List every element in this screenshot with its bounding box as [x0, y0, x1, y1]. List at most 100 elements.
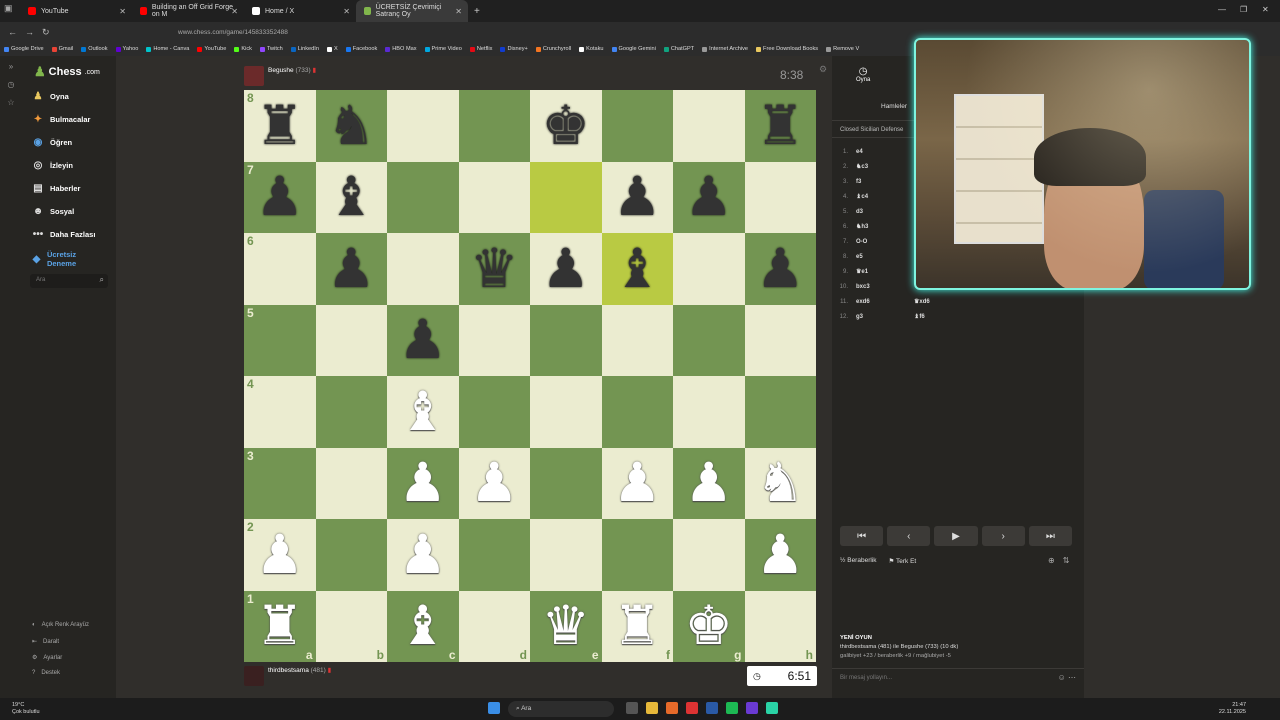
- chess-board[interactable]: 8 ♜ ♞ ♚ ♜ 7 ♟ ♝ ♟ ♟ 6 ♟ ♛ ♟ ♝ ♟ 5 ♟ 4 ♝ 3 ♟ ♟ ♟ ♟ ♞ 2 ♟ ♟ ♟ 1 a ♜ b c ♝ d e ♛ f…: [244, 90, 816, 662]
- square-g4[interactable]: [673, 376, 745, 448]
- bookmark-item[interactable]: Google Gemini: [611, 46, 656, 52]
- new-tab-icon[interactable]: +: [474, 6, 480, 17]
- top-player-name[interactable]: Begushe: [268, 67, 294, 74]
- nav-watch[interactable]: ◎ İzleyin: [32, 159, 73, 171]
- square-h4[interactable]: [744, 376, 816, 448]
- white-move[interactable]: O-O: [856, 239, 906, 245]
- weather-widget[interactable]: 19°C Çok bulutlu: [12, 702, 40, 716]
- white-bishop-icon[interactable]: ♝: [399, 599, 447, 653]
- white-pawn-icon[interactable]: ♟: [399, 528, 447, 582]
- white-rook-icon[interactable]: ♜: [613, 599, 661, 653]
- bookmark-item[interactable]: Prime Video: [424, 46, 462, 52]
- square-c7[interactable]: [387, 161, 459, 233]
- square-g7[interactable]: ♟: [673, 161, 745, 233]
- square-e5[interactable]: [530, 304, 602, 376]
- white-pawn-icon[interactable]: ♟: [470, 456, 518, 510]
- bookmark-item[interactable]: Remove V: [826, 46, 859, 52]
- square-b8[interactable]: ♞: [315, 90, 387, 162]
- bookmark-item[interactable]: Free Download Books: [756, 46, 818, 52]
- support-button[interactable]: ? Destek: [32, 670, 60, 676]
- nav-puzzles[interactable]: ✦ Bulmacalar: [32, 113, 91, 125]
- black-king-icon[interactable]: ♚: [542, 99, 590, 153]
- black-pawn-icon[interactable]: ♟: [399, 313, 447, 367]
- square-f6[interactable]: ♝: [601, 233, 673, 305]
- emoji-icon[interactable]: ☺: [1058, 673, 1066, 682]
- nav-news[interactable]: ▤ Haberler: [32, 182, 80, 194]
- square-f4[interactable]: [601, 376, 673, 448]
- bookmark-icon[interactable]: ☆: [7, 98, 14, 107]
- bookmark-item[interactable]: Netflix: [469, 46, 492, 52]
- bookmark-item[interactable]: Home - Canva: [146, 46, 189, 52]
- white-move[interactable]: ♞h3: [856, 223, 906, 230]
- bookmark-item[interactable]: YouTube: [197, 46, 226, 52]
- bookmark-item[interactable]: Gmail: [51, 46, 73, 52]
- square-c3[interactable]: ♟: [387, 447, 459, 519]
- bookmark-item[interactable]: Yahoo: [115, 46, 138, 52]
- browser-tab-forge[interactable]: Building an Off Grid Forge on M ✕: [132, 0, 244, 22]
- close-window-icon[interactable]: ✕: [1262, 5, 1269, 14]
- white-move[interactable]: e4: [856, 149, 906, 155]
- square-c5[interactable]: ♟: [387, 304, 459, 376]
- more-options-icon[interactable]: ⋯: [1068, 673, 1076, 682]
- white-move[interactable]: bxc3: [856, 284, 906, 290]
- square-g8[interactable]: [673, 90, 745, 162]
- square-b1[interactable]: b: [315, 590, 387, 662]
- tab-moves[interactable]: Hamleler: [881, 103, 907, 110]
- discord-icon[interactable]: [746, 702, 758, 714]
- black-pawn-icon[interactable]: ♟: [613, 170, 661, 224]
- square-a3[interactable]: 3: [244, 447, 316, 519]
- flip-board-icon[interactable]: ⇅: [1063, 556, 1070, 565]
- light-theme-toggle[interactable]: ◐ Açık Renk Arayüz: [32, 622, 89, 628]
- square-b3[interactable]: [315, 447, 387, 519]
- history-icon[interactable]: ◷: [8, 80, 15, 89]
- app-icon[interactable]: [766, 702, 778, 714]
- square-f8[interactable]: [601, 90, 673, 162]
- white-pawn-icon[interactable]: ♟: [613, 456, 661, 510]
- settings-button[interactable]: ⚙ Ayarlar: [32, 654, 62, 662]
- square-b5[interactable]: [315, 304, 387, 376]
- square-h1[interactable]: h: [744, 590, 816, 662]
- chat-input[interactable]: Bir mesaj yollayın... ☺ ⋯: [832, 668, 1084, 688]
- black-bishop-icon[interactable]: ♝: [613, 242, 661, 296]
- bookmark-item[interactable]: Kotaku: [579, 46, 604, 52]
- black-rook-icon[interactable]: ♜: [756, 99, 804, 153]
- square-a8[interactable]: 8 ♜: [244, 90, 316, 162]
- windows-start-icon[interactable]: [488, 702, 500, 714]
- prev-move-button[interactable]: ‹: [887, 526, 931, 546]
- bottom-player-name[interactable]: thirdbestsama: [268, 667, 309, 674]
- bookmark-item[interactable]: Google Drive: [4, 46, 44, 52]
- white-move[interactable]: ♝c4: [856, 193, 906, 200]
- square-d7[interactable]: [458, 161, 530, 233]
- white-queen-icon[interactable]: ♛: [542, 599, 590, 653]
- square-h2[interactable]: ♟: [744, 519, 816, 591]
- expand-icon[interactable]: »: [9, 62, 13, 71]
- bookmark-item[interactable]: LinkedIn: [290, 46, 319, 52]
- bookmark-item[interactable]: X: [326, 46, 338, 52]
- square-a4[interactable]: 4: [244, 376, 316, 448]
- browser-tab-youtube[interactable]: YouTube ✕: [20, 0, 132, 22]
- black-queen-icon[interactable]: ♛: [470, 242, 518, 296]
- square-e6[interactable]: ♟: [530, 233, 602, 305]
- square-f7[interactable]: ♟: [601, 161, 673, 233]
- square-b4[interactable]: [315, 376, 387, 448]
- black-knight-icon[interactable]: ♞: [327, 99, 375, 153]
- task-view-icon[interactable]: [626, 702, 638, 714]
- white-move[interactable]: ♞c3: [856, 163, 906, 170]
- square-g5[interactable]: [673, 304, 745, 376]
- square-a7[interactable]: 7 ♟: [244, 161, 316, 233]
- square-d6[interactable]: ♛: [458, 233, 530, 305]
- white-bishop-icon[interactable]: ♝: [399, 385, 447, 439]
- square-d8[interactable]: [458, 90, 530, 162]
- search-input[interactable]: Ara ⌕: [30, 274, 108, 288]
- black-bishop-icon[interactable]: ♝: [327, 170, 375, 224]
- nav-more[interactable]: ••• Daha Fazlası: [32, 228, 96, 240]
- bookmark-item[interactable]: Outlook: [81, 46, 108, 52]
- bookmark-item[interactable]: HBO Max: [385, 46, 417, 52]
- app-icon[interactable]: [686, 702, 698, 714]
- square-h3[interactable]: ♞: [744, 447, 816, 519]
- square-f5[interactable]: [601, 304, 673, 376]
- square-b6[interactable]: ♟: [315, 233, 387, 305]
- tab-play[interactable]: ◷ Oyna: [856, 66, 870, 83]
- spotify-icon[interactable]: [726, 702, 738, 714]
- browser-tab-chess[interactable]: ÜCRETSİZ Çevrimiçi Satranç Oy ✕: [356, 0, 468, 22]
